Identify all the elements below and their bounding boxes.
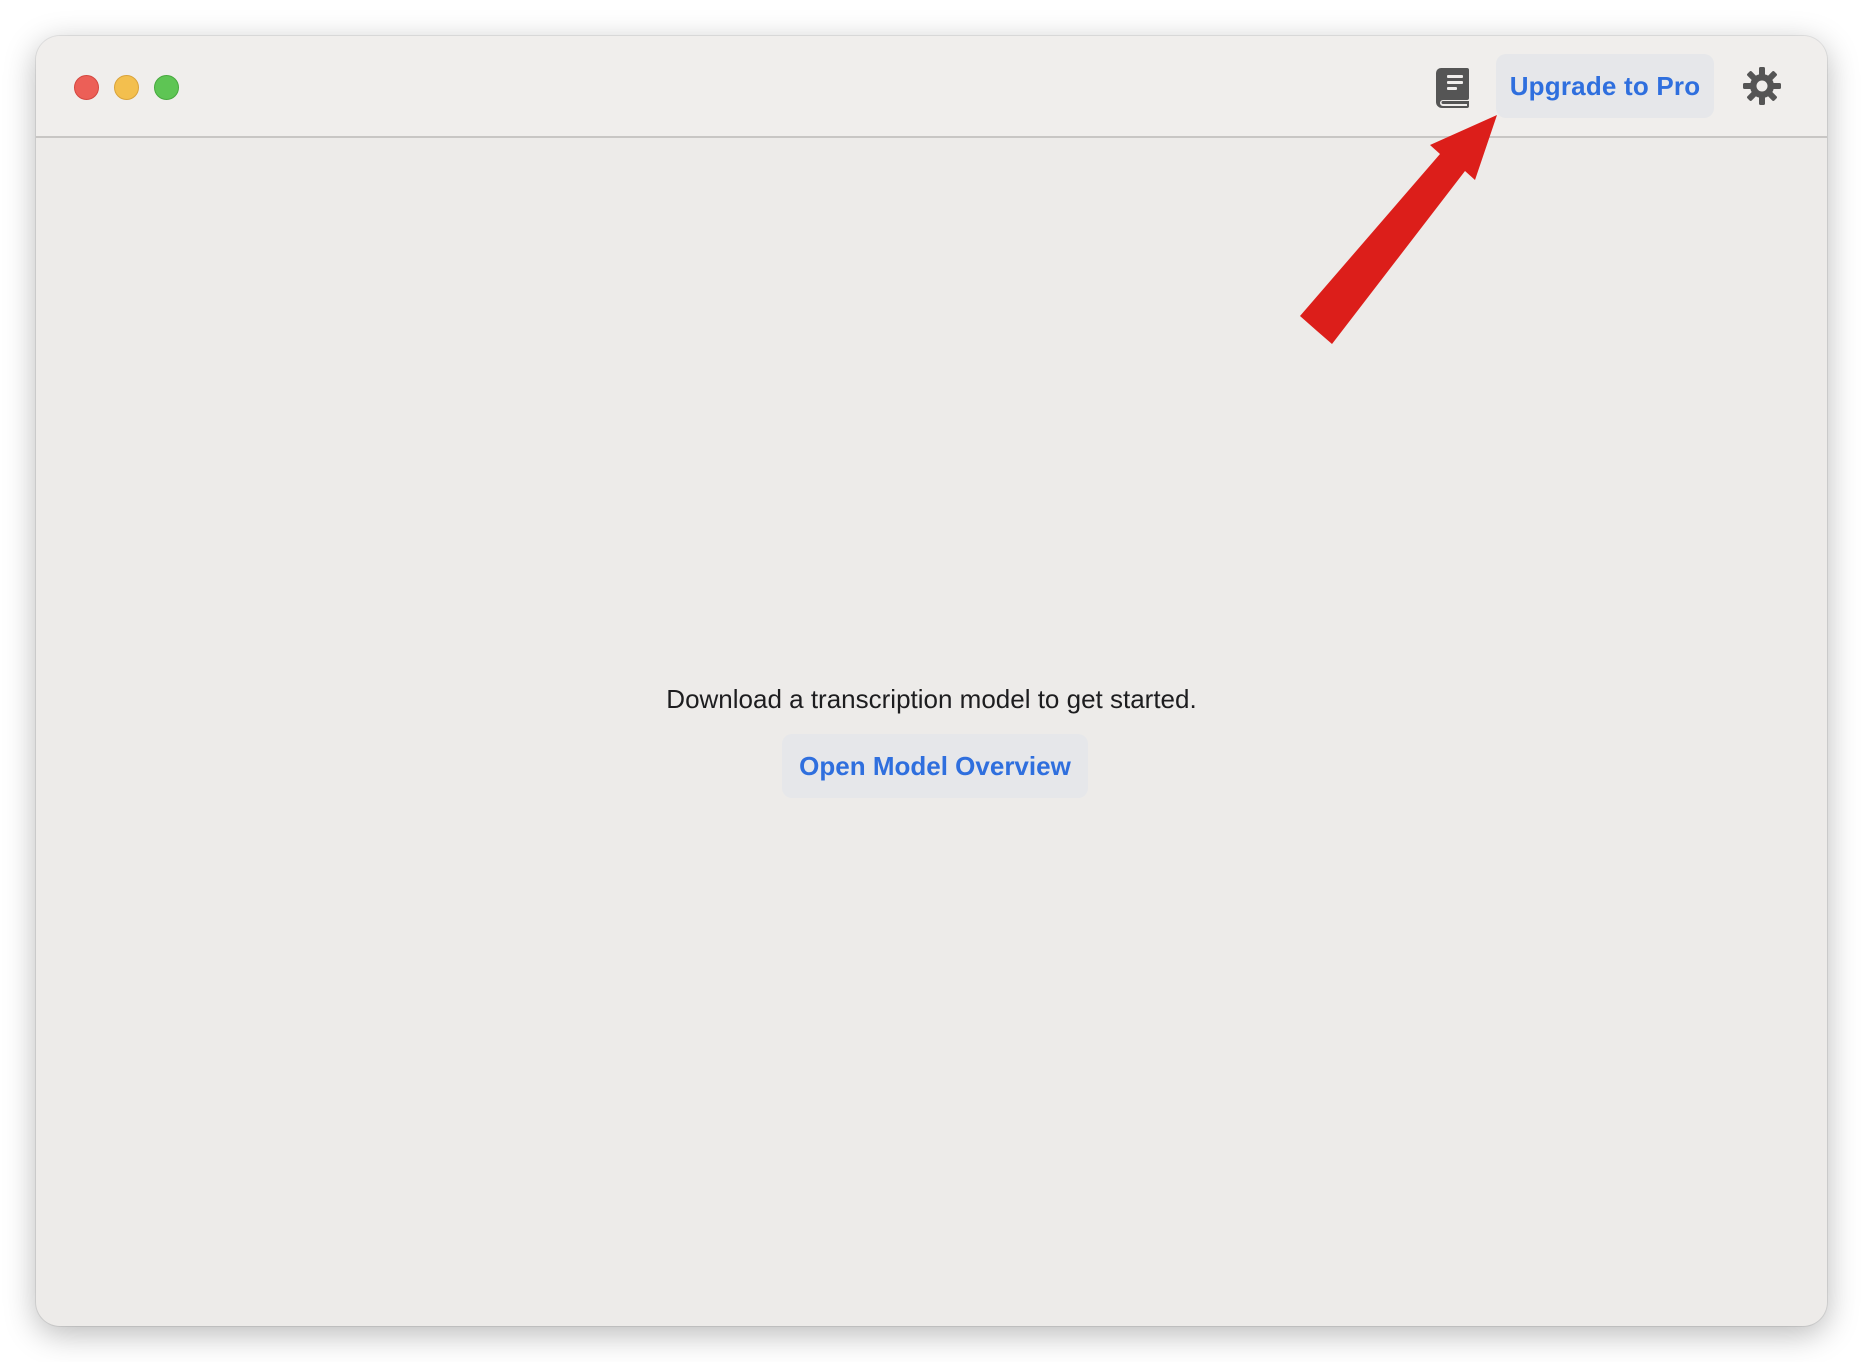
book-icon[interactable] bbox=[1433, 66, 1473, 108]
annotation-arrow bbox=[1300, 115, 1497, 344]
upgrade-button[interactable]: Upgrade to Pro bbox=[1496, 54, 1714, 118]
open-model-overview-button[interactable]: Open Model Overview bbox=[782, 734, 1088, 798]
window-minimize-button[interactable] bbox=[114, 75, 139, 100]
screenshot-page: Upgrade to Pro Download a transcription … bbox=[0, 0, 1864, 1362]
empty-state-message: Download a transcription model to get st… bbox=[666, 684, 1197, 714]
titlebar: Upgrade to Pro bbox=[36, 36, 1827, 138]
gear-icon[interactable] bbox=[1742, 66, 1782, 106]
app-window: Upgrade to Pro Download a transcription … bbox=[36, 36, 1827, 1326]
window-close-button[interactable] bbox=[74, 75, 99, 100]
window-maximize-button[interactable] bbox=[154, 75, 179, 100]
main-content: Download a transcription model to get st… bbox=[36, 138, 1827, 1326]
